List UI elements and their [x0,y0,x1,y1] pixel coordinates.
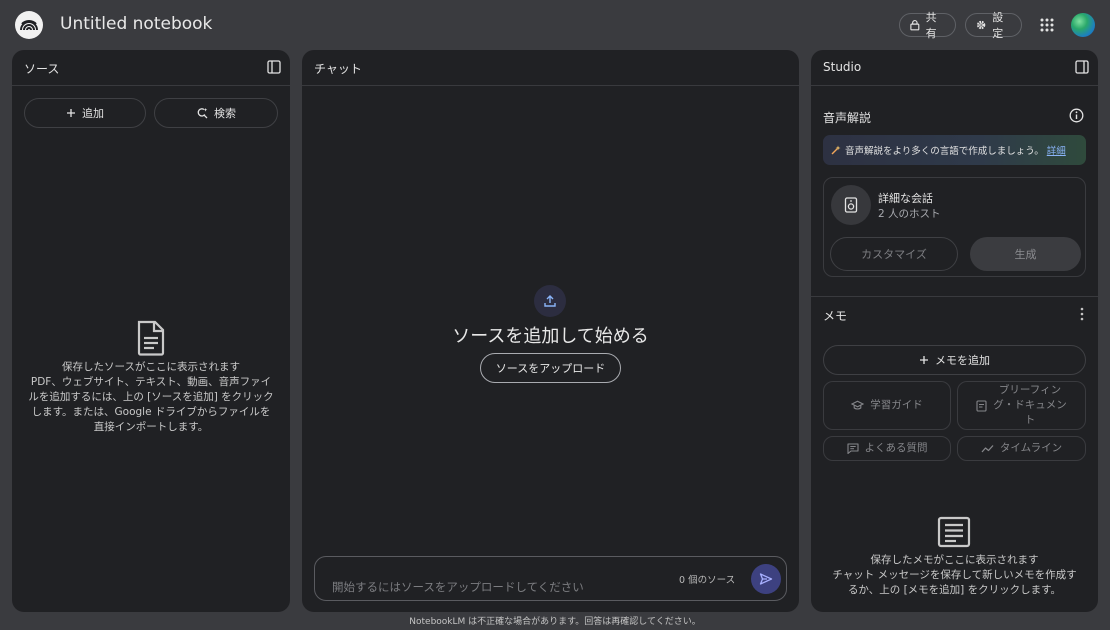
briefing-doc-label-line: グ・ドキュメン [993,399,1067,411]
discover-sources-label: 検索 [214,107,236,120]
faq-button[interactable]: よくある質問 [823,436,951,461]
footer-disclaimer: NotebookLM は不正確な場合があります。回答は再確認してください。 [409,617,701,627]
briefing-doc-label-line: ブリーフィン [998,384,1062,396]
memo-empty-line: チャット メッセージを保存して新しいメモを作成す [832,569,1077,581]
banner-details-link[interactable]: 詳細 [1047,143,1066,157]
sparkle-icon [831,145,841,155]
chat-input-placeholder: 開始するにはソースをアップロードしてください [332,580,584,594]
timeline-label: タイムライン [999,442,1063,454]
add-source-button[interactable]: 追加 [24,98,146,128]
section-divider [811,296,1098,297]
briefing-doc-button[interactable]: ブリーフィン グ・ドキュメン ト [957,381,1086,430]
generate-button[interactable]: 生成 [970,237,1081,271]
study-guide-button[interactable]: 学習ガイド [823,381,951,430]
timeline-button[interactable]: タイムライン [957,436,1086,461]
notebook-title[interactable]: Untitled notebook [60,14,212,34]
timeline-icon [981,445,994,453]
plus-icon [67,109,75,117]
plus-icon [920,356,928,364]
more-vert-icon[interactable] [1080,307,1084,321]
share-button[interactable]: 共有 [899,11,956,40]
audio-overview-title: 音声解説 [823,111,872,125]
discover-search-icon [197,108,208,119]
add-source-label: 追加 [82,107,104,120]
add-memo-label: メモを追加 [935,354,990,367]
top-bar: Untitled notebook 共有 設定 [0,0,1110,50]
briefing-doc-label: ブリーフィン グ・ドキュメン ト [993,383,1067,428]
apps-grid-icon[interactable] [1039,17,1055,33]
sources-title: ソース [24,62,60,76]
sources-empty-line: します。または、Google ドライブからファイルを [31,406,271,418]
briefing-doc-label-line: ト [1024,414,1036,426]
panel-toggle-icon[interactable] [267,60,281,74]
audio-language-banner: 音声解説をより多くの言語で作成しましょう。 詳細 [823,135,1086,165]
sources-empty-line: 保存したソースがここに表示されます [62,361,240,373]
send-icon [759,573,773,585]
sources-empty-line: PDF、ウェブサイト、テキスト、動画、音声ファイ [30,376,272,388]
studio-panel: Studio 音声解説 音声解説をより多くの言語で作成しましょう。 詳細 詳細な… [811,50,1098,612]
sources-header: ソース [12,50,290,86]
school-icon [851,400,865,410]
sources-empty-state: 保存したソースがここに表示されます PDF、ウェブサイト、テキスト、動画、音声フ… [20,360,282,435]
document-icon [137,320,165,356]
audio-card-subtitle: 2 人のホスト [878,208,941,220]
settings-label: 設定 [992,11,1004,40]
memo-empty-state: 保存したメモがここに表示されます チャット メッセージを保存して新しいメモを作成… [821,553,1088,598]
info-icon[interactable] [1069,108,1084,123]
briefing-doc-icon [976,399,987,412]
faq-label: よくある質問 [864,442,928,454]
audio-card-title: 詳細な会話 [878,192,933,205]
banner-text: 音声解説をより多くの言語で作成しましょう。 [845,146,1044,157]
studio-title: Studio [823,60,862,74]
chat-input[interactable]: 開始するにはソースをアップロードしてください 0 個のソース [314,556,787,601]
share-label: 共有 [925,11,937,40]
settings-button[interactable]: 設定 [965,11,1022,40]
memo-empty-line: るか、上の [メモを追加] をクリックします。 [847,584,1062,596]
faq-chat-icon [846,443,859,454]
gear-icon [976,20,986,30]
customize-button[interactable]: カスタマイズ [830,237,958,271]
chat-panel: チャット ソースを追加して始める ソースをアップロード 開始するにはソースをアッ… [302,50,799,612]
memo-empty-line: 保存したメモがここに表示されます [870,554,1039,566]
source-count: 0 個のソース [679,575,736,586]
memo-title: メモ [823,309,848,323]
audio-overview-card: 詳細な会話 2 人のホスト カスタマイズ 生成 [823,177,1086,277]
upload-source-button[interactable]: ソースをアップロード [480,353,621,383]
chat-header: チャット [302,50,799,86]
studio-header: Studio [811,50,1098,86]
discover-sources-button[interactable]: 検索 [154,98,278,128]
avatar[interactable] [1071,13,1095,37]
sources-empty-line: 直接インポートします。 [93,421,209,433]
sources-panel: ソース 追加 検索 保存したソースがここに表示されます PDF、ウェブサイト、テ… [12,50,290,612]
study-guide-label: 学習ガイド [870,399,923,411]
add-memo-button[interactable]: メモを追加 [823,345,1086,375]
sources-empty-line: ルを追加するには、上の [ソースを追加] をクリック [28,391,274,403]
panel-toggle-icon[interactable] [1075,60,1089,74]
chat-title: チャット [314,62,362,76]
lock-icon [910,20,920,31]
upload-icon [534,285,566,317]
speaker-icon [831,185,871,225]
note-icon [937,516,971,548]
chat-empty-heading: ソースを追加して始める [452,326,649,347]
notebooklm-logo-icon[interactable] [15,11,43,39]
send-button[interactable] [751,564,781,594]
